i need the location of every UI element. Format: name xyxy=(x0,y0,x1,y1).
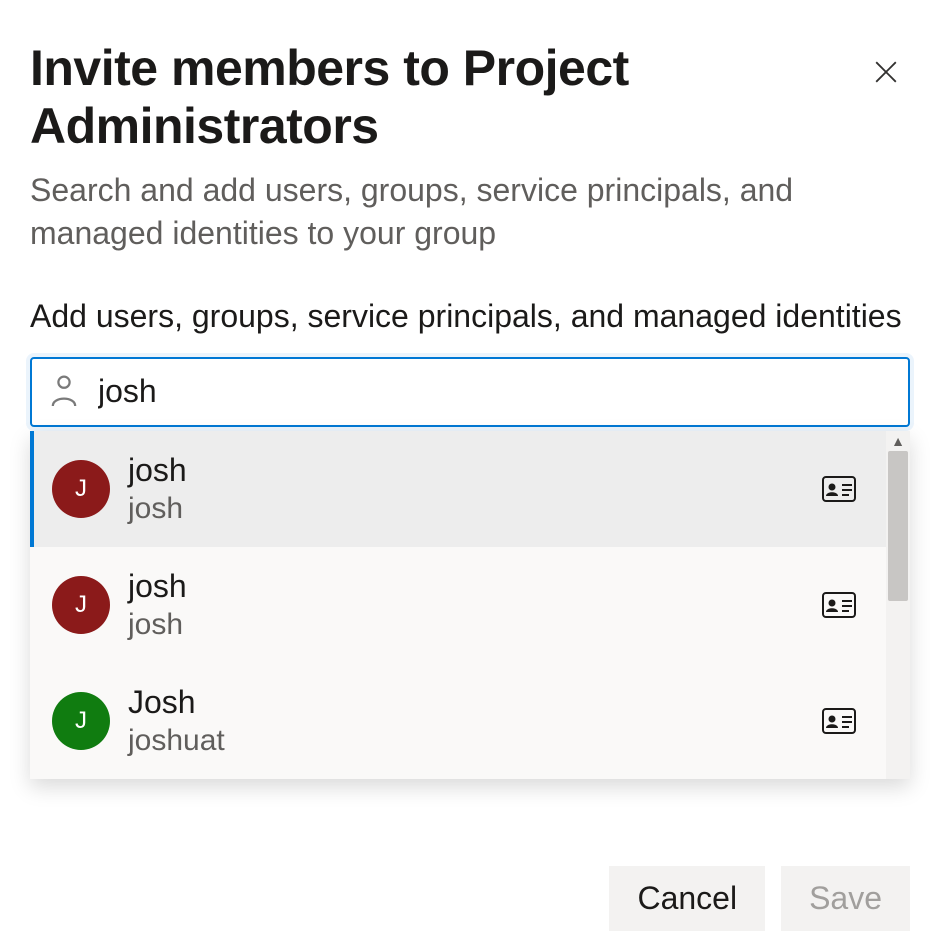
panel-header: Invite members to Project Administrators xyxy=(30,40,910,155)
option-list: JjoshjoshJjoshjoshJJoshjoshuat xyxy=(30,431,886,779)
contact-card-icon xyxy=(822,708,856,734)
option-name: josh xyxy=(128,450,822,490)
search-input[interactable] xyxy=(78,373,890,410)
user-option[interactable]: Jjoshjosh xyxy=(30,431,886,547)
panel-subtitle: Search and add users, groups, service pr… xyxy=(30,169,910,255)
scroll-thumb[interactable] xyxy=(888,451,908,601)
user-option[interactable]: Jjoshjosh xyxy=(30,547,886,663)
option-subtext: joshuat xyxy=(128,722,822,760)
save-button[interactable]: Save xyxy=(781,866,910,931)
option-text: joshjosh xyxy=(128,450,822,528)
search-box[interactable] xyxy=(30,357,910,427)
panel-title: Invite members to Project Administrators xyxy=(30,40,862,155)
contact-card-icon xyxy=(822,476,856,502)
invite-members-panel: Invite members to Project Administrators… xyxy=(0,0,940,949)
option-text: Joshjoshuat xyxy=(128,682,822,760)
option-text: joshjosh xyxy=(128,566,822,644)
avatar: J xyxy=(52,576,110,634)
avatar: J xyxy=(52,692,110,750)
close-button[interactable] xyxy=(862,48,910,96)
avatar: J xyxy=(52,460,110,518)
search-field: JjoshjoshJjoshjoshJJoshjoshuat ▲ xyxy=(30,357,910,779)
scroll-up-arrow[interactable]: ▲ xyxy=(891,431,905,451)
contact-card-icon xyxy=(822,592,856,618)
person-icon xyxy=(50,375,78,409)
cancel-button[interactable]: Cancel xyxy=(609,866,765,931)
panel-footer: Cancel Save xyxy=(609,866,910,931)
option-subtext: josh xyxy=(128,490,822,528)
option-name: josh xyxy=(128,566,822,606)
option-subtext: josh xyxy=(128,606,822,644)
close-icon xyxy=(872,58,900,86)
search-dropdown: JjoshjoshJjoshjoshJJoshjoshuat ▲ xyxy=(30,431,910,779)
scrollbar[interactable]: ▲ xyxy=(886,431,910,779)
search-field-label: Add users, groups, service principals, a… xyxy=(30,295,910,338)
user-option[interactable]: J Joshjoshuat xyxy=(30,663,886,779)
option-name: Josh xyxy=(128,682,822,722)
